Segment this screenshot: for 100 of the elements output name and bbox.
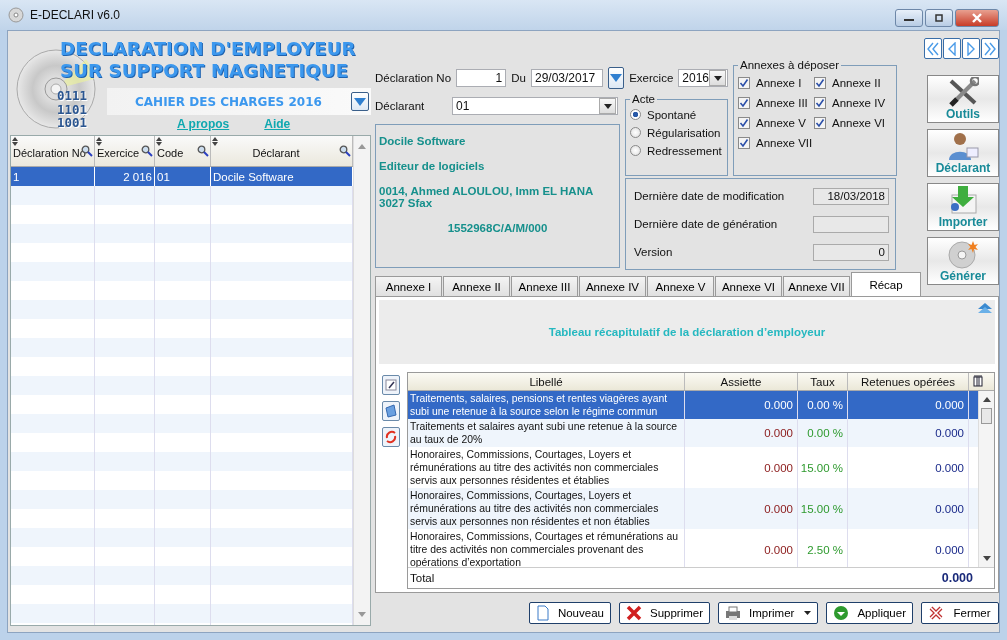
tab[interactable]: Annexe III (511, 276, 578, 296)
checkmark-icon (815, 117, 825, 128)
next-button[interactable] (962, 38, 980, 59)
edit-button[interactable] (382, 375, 400, 395)
checkbox[interactable] (738, 76, 750, 89)
close-button[interactable] (955, 9, 999, 27)
action-button[interactable]: Importer (927, 183, 999, 231)
search-icon[interactable] (339, 145, 351, 157)
column-header[interactable]: Exercice (95, 136, 155, 166)
tab[interactable]: Récap (851, 272, 921, 296)
action-button[interactable]: Imprimer (718, 601, 819, 624)
close-icon (928, 604, 944, 621)
tab[interactable]: Annexe VI (715, 276, 782, 296)
search-icon[interactable] (197, 145, 209, 157)
column-header[interactable]: Assiette (685, 373, 798, 390)
document-button[interactable] (382, 401, 400, 421)
column-header[interactable]: Taux (798, 373, 848, 390)
checkbox-label[interactable]: Annexe V (756, 116, 806, 129)
sort-icon[interactable] (156, 137, 162, 146)
maximize-icon (933, 14, 945, 22)
close-icon (971, 13, 983, 23)
field-label: Déclaration No (375, 72, 452, 84)
year-select[interactable]: 2016 (678, 69, 728, 87)
last-button[interactable] (981, 38, 999, 59)
checkbox[interactable] (738, 136, 750, 149)
sort-icon[interactable] (212, 137, 218, 146)
action-button[interactable]: Outils (927, 75, 999, 123)
caret-icon[interactable] (603, 103, 612, 109)
checkbox-label[interactable]: Annexe II (832, 76, 881, 89)
column-header[interactable]: Retenues opérées (848, 373, 969, 390)
caret-icon[interactable] (713, 75, 722, 81)
checkbox-label[interactable]: Annexe VI (832, 116, 886, 129)
scroll-up-icon[interactable] (982, 397, 991, 402)
checkbox[interactable] (814, 116, 826, 129)
checkbox[interactable] (814, 76, 826, 89)
previous-button[interactable] (943, 38, 961, 59)
action-button[interactable]: Fermer (921, 601, 999, 624)
sort-icon[interactable] (96, 137, 102, 146)
date-field[interactable]: 29/03/2017 (531, 69, 604, 87)
table-row[interactable]: Traitements, salaires, pensions et rentes viagères ayant subi une retenue à la source selon le régime commun 0.000 0.00 % 0.000 (408, 391, 978, 419)
refresh-button[interactable] (382, 427, 400, 447)
checkbox-label[interactable]: Annexe I (756, 76, 802, 89)
dropdown-button[interactable] (351, 92, 369, 111)
checkbox[interactable] (814, 96, 826, 109)
scrollbar[interactable] (978, 391, 994, 567)
radio-button[interactable] (630, 109, 641, 120)
checkbox[interactable] (738, 96, 750, 109)
radio-button[interactable] (630, 145, 641, 156)
table-row[interactable]: Traitements et salaires ayant subi une retenue à la source au taux de 20% 0.000 0.00 % 0.000 (408, 419, 978, 447)
action-button[interactable]: Nouveau (528, 601, 611, 624)
checkbox-label[interactable]: Annexe IV (832, 96, 886, 109)
radio-button[interactable] (630, 127, 641, 138)
tab[interactable]: Annexe VII (783, 276, 850, 296)
triangle-down-icon (353, 96, 367, 107)
maximize-button[interactable] (925, 9, 953, 27)
action-button[interactable]: Supprimer (618, 601, 711, 624)
double-right-arrow-icon (984, 41, 996, 56)
collapse-icon[interactable] (977, 302, 993, 314)
action-button[interactable]: Déclarant (927, 129, 999, 177)
checkbox-label[interactable]: Annexe VII (756, 136, 813, 149)
triangle-down-icon (609, 73, 624, 83)
search-icon[interactable] (141, 145, 153, 157)
status-label: Dernière date de génération (634, 218, 778, 230)
option-label[interactable]: Spontané (647, 108, 697, 121)
minimize-button[interactable] (895, 9, 923, 27)
checkmark-icon (739, 97, 749, 108)
sort-icon[interactable] (12, 137, 18, 146)
column-header[interactable]: Code (155, 136, 211, 166)
person-icon (947, 131, 979, 161)
logo-digits: 0111 1101 1001 (57, 89, 88, 130)
refresh-icon (384, 430, 398, 444)
option-label[interactable]: Redressement (647, 144, 722, 157)
table-row[interactable]: 1 2 016 01 Docile Software (11, 167, 353, 186)
total-label: Total (409, 570, 436, 586)
number-field[interactable]: 1 (456, 69, 507, 87)
action-button[interactable]: Appliquer (826, 601, 913, 624)
scroll-down-icon[interactable] (982, 556, 991, 561)
status-label: Version (634, 246, 673, 258)
option-label[interactable]: Régularisation (647, 126, 721, 139)
declarant-select[interactable]: 01 (452, 97, 618, 115)
tax-id: 1552968C/A/M/000 (446, 222, 549, 234)
caret-icon[interactable] (804, 610, 812, 615)
tab[interactable]: Annexe V (647, 276, 714, 296)
columns-icon[interactable] (972, 375, 983, 387)
action-button[interactable]: Générer (927, 237, 999, 285)
checkmark-icon (815, 97, 825, 108)
checkbox[interactable] (738, 116, 750, 129)
first-button[interactable] (924, 38, 942, 59)
group-title: Annexes à déposer (739, 59, 841, 71)
column-header[interactable]: Libellé (408, 373, 685, 390)
tab[interactable]: Annexe II (443, 276, 510, 296)
tab[interactable]: Annexe I (375, 276, 442, 296)
total-value: 0.000 (940, 570, 974, 587)
field-label: Du (511, 72, 526, 84)
calendar-button[interactable] (608, 67, 625, 89)
scroll-thumb[interactable] (981, 408, 992, 424)
tab[interactable]: Annexe IV (579, 276, 646, 296)
checkbox-label[interactable]: Annexe III (756, 96, 808, 109)
window-title: E-DECLARI v6.0 (30, 8, 121, 22)
table-row[interactable]: Honoraires, Commissions, Courtages, Loyers et rémunérations au titre des activités non commerciales servis aux personnes non résidentes et non établies 0.000 15.00 % 0.000 (408, 488, 978, 529)
